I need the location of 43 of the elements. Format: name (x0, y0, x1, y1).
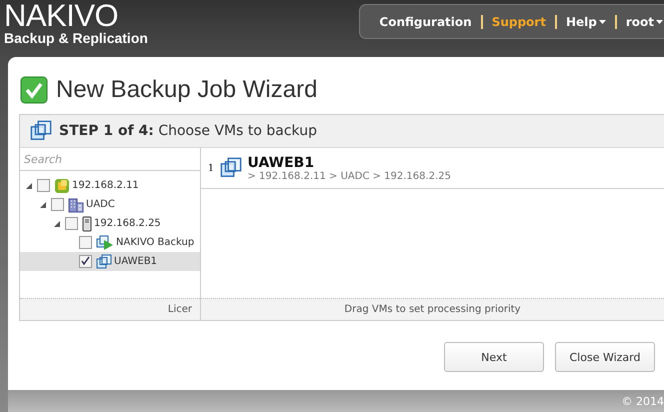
vm-name: UAWEB1 (248, 154, 316, 170)
nav-link[interactable]: root (616, 14, 664, 28)
next-button[interactable]: Next (444, 342, 544, 372)
tree-item[interactable]: 192.168.2.11 (20, 176, 200, 195)
check-icon (20, 76, 48, 104)
checkbox[interactable] (51, 198, 64, 211)
tree-label: 192.168.2.11 (72, 180, 139, 191)
vm-list-item[interactable]: 1 UAWEB1 > 192.168.2.11 > UADC > 192.168.2.25 (201, 148, 664, 189)
license-text: Licer (168, 304, 192, 315)
nav-link[interactable]: Help (556, 14, 615, 28)
vm-icon (96, 254, 112, 270)
tree-item[interactable]: UAWEB1 (20, 252, 200, 271)
host-icon (54, 178, 70, 194)
expanded-icon[interactable] (26, 182, 32, 188)
logo-subtitle: Backup & Replication (4, 31, 148, 46)
tree-item[interactable]: UADC (20, 195, 200, 214)
checkbox[interactable] (79, 236, 92, 249)
wizard-title: New Backup Job Wizard (56, 76, 318, 104)
vm-path: > 192.168.2.11 > UADC > 192.168.2.25 (248, 170, 451, 182)
step-title: STEP 1 of 4: Choose VMs to backup (59, 123, 317, 139)
appliance-icon (96, 234, 114, 250)
expanded-icon[interactable] (40, 202, 46, 208)
expanded-icon[interactable] (54, 220, 60, 226)
checkbox[interactable] (65, 217, 78, 230)
tree-label: 192.168.2.25 (94, 218, 161, 229)
tree-label: NAKIVO Backup (116, 237, 194, 248)
checkbox[interactable] (37, 179, 50, 192)
tree-item[interactable]: 192.168.2.25 (20, 214, 200, 233)
building-icon (68, 196, 84, 212)
tree-label: UAWEB1 (114, 256, 158, 267)
vm-icon (220, 157, 242, 179)
hint-text: Drag VMs to set processing priority (344, 304, 521, 315)
vm-index: 1 (208, 162, 214, 174)
checkbox[interactable] (79, 255, 92, 268)
nav-link[interactable]: Configuration (370, 14, 481, 28)
tree-item[interactable]: NAKIVO Backup (20, 233, 200, 252)
server-icon (82, 216, 92, 232)
copyright-text: © 2014 (622, 394, 664, 408)
tree-label: UADC (86, 199, 115, 210)
nav-link[interactable]: Support (482, 14, 555, 28)
vm-icon (30, 120, 52, 142)
logo-name: NAKIVO (4, 1, 118, 31)
close-button[interactable]: Close Wizard (555, 342, 655, 372)
